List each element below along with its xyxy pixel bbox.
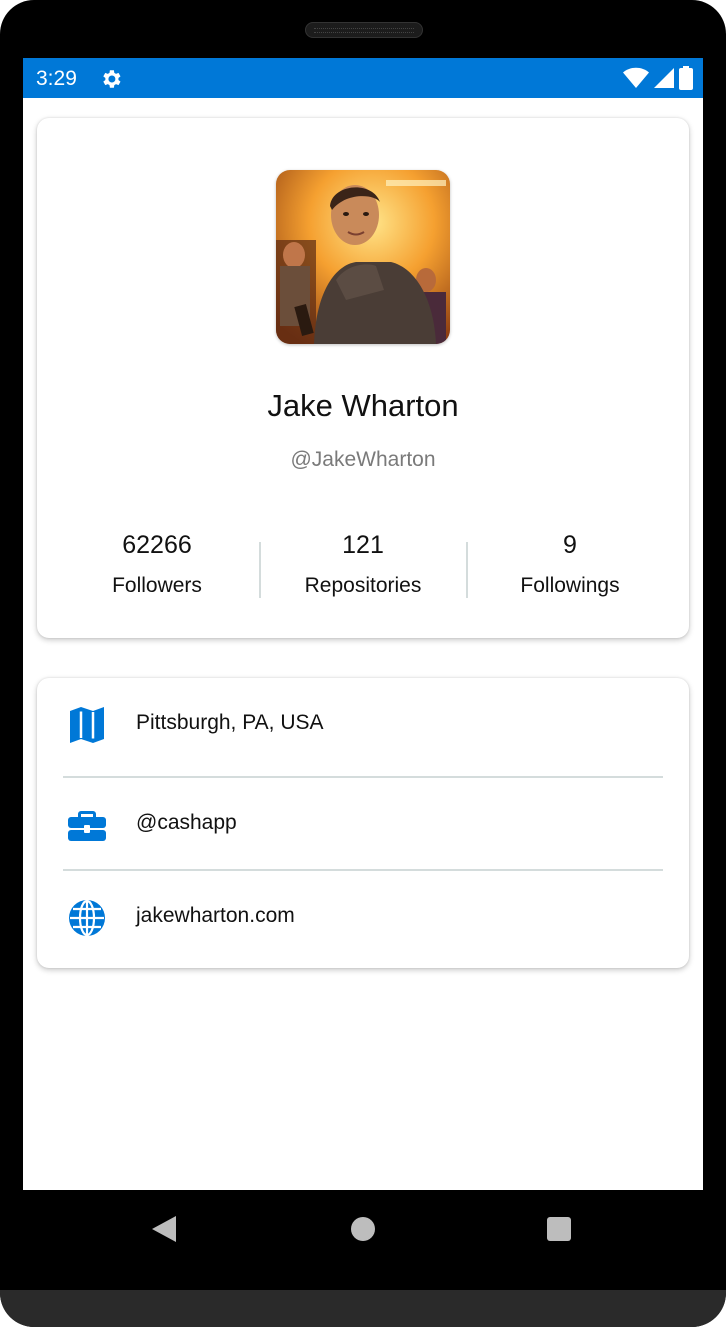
info-row-location[interactable]: Pittsburgh, PA, USA xyxy=(37,678,689,770)
stat-label: Followings xyxy=(520,574,620,597)
info-row-company[interactable]: @cashapp xyxy=(37,778,689,870)
battery-icon xyxy=(679,66,693,95)
company-text: @cashapp xyxy=(136,811,237,834)
recent-apps-button[interactable] xyxy=(547,1217,571,1241)
stat-repositories[interactable]: 121 Repositories xyxy=(263,530,463,598)
settings-icon xyxy=(99,67,123,91)
globe-icon xyxy=(67,898,107,938)
stat-value: 9 xyxy=(563,531,577,559)
location-text: Pittsburgh, PA, USA xyxy=(136,711,324,734)
status-time: 3:29 xyxy=(36,67,77,90)
map-icon xyxy=(67,705,107,745)
profile-name: Jake Wharton xyxy=(267,388,459,423)
website-link[interactable]: jakewharton.com xyxy=(136,904,295,928)
stat-label: Repositories xyxy=(304,574,422,597)
stat-divider xyxy=(466,542,468,598)
profile-handle: @JakeWharton xyxy=(290,448,436,471)
phone-frame: 3:29 Jake Wharton @JakeWharton 62266 Fol… xyxy=(0,0,726,1327)
info-row-website[interactable]: jakewharton.com xyxy=(37,871,689,963)
wifi-icon xyxy=(623,67,649,94)
stat-label: Followers xyxy=(112,574,202,597)
stat-followers[interactable]: 62266 Followers xyxy=(57,530,257,598)
stat-divider xyxy=(259,542,261,598)
status-icons xyxy=(623,66,693,95)
home-button[interactable] xyxy=(351,1217,375,1241)
stat-value: 121 xyxy=(342,531,384,559)
briefcase-icon xyxy=(67,805,107,845)
stat-value: 62266 xyxy=(122,531,192,559)
back-button[interactable] xyxy=(152,1216,176,1242)
app-screen: 3:29 Jake Wharton @JakeWharton 62266 Fol… xyxy=(23,58,703,1190)
info-card: Pittsburgh, PA, USA @cashapp jakewharton… xyxy=(37,678,689,968)
profile-card: Jake Wharton @JakeWharton 62266 Follower… xyxy=(37,118,689,638)
phone-bottom-bezel xyxy=(0,1290,726,1327)
earpiece-speaker xyxy=(305,22,423,38)
profile-stats: 62266 Followers 121 Repositories 9 Follo… xyxy=(57,530,669,610)
status-bar: 3:29 xyxy=(23,58,703,98)
cellular-signal-icon xyxy=(653,67,675,94)
avatar[interactable] xyxy=(276,170,450,344)
stat-followings[interactable]: 9 Followings xyxy=(470,530,670,598)
